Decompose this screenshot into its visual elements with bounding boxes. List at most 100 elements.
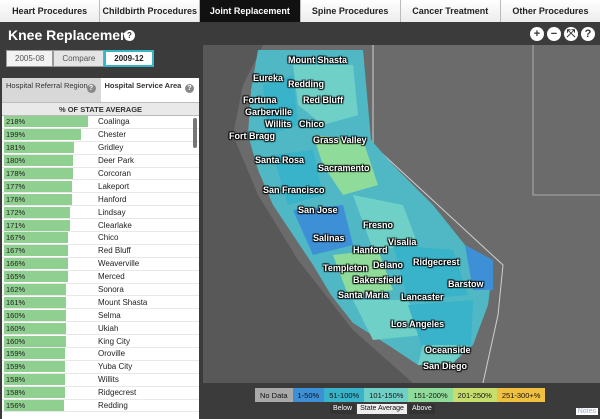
tab-spine-procedures[interactable]: Spine Procedures	[300, 0, 401, 22]
procedure-nav: Heart Procedures Childbirth Procedures J…	[0, 0, 600, 22]
list-item[interactable]: 171% Clearlake	[2, 219, 199, 233]
list-item[interactable]: 177% Lakeport	[2, 180, 199, 194]
legend-item[interactable]: 151-200%	[408, 388, 453, 402]
zoom-out-icon[interactable]: −	[547, 27, 561, 41]
legend-item[interactable]: 1-50%	[292, 388, 325, 402]
legend-item[interactable]: 251-300+%	[496, 388, 546, 402]
list-item[interactable]: 167% Chico	[2, 232, 199, 245]
scrollbar[interactable]	[193, 118, 197, 148]
list-item[interactable]: 176% Hanford	[2, 193, 199, 207]
list-item[interactable]: 178% Corcoran	[2, 168, 199, 181]
percent-value: 167%	[6, 233, 26, 243]
map-label: Red Bluff	[303, 95, 343, 105]
list-item[interactable]: 218% Coalinga	[2, 116, 199, 129]
percent-value: 160%	[6, 323, 26, 333]
list-item[interactable]: 159% Yuba City	[2, 361, 199, 374]
map-label: Templeton	[323, 263, 368, 273]
help-icon[interactable]: ?	[86, 84, 96, 93]
map-label: Redding	[288, 79, 324, 89]
period-selector: 2005-08 Compare 2009-12	[6, 50, 154, 67]
help-icon[interactable]: ?	[185, 84, 194, 93]
percent-value: 161%	[6, 297, 26, 307]
legend-item[interactable]: 51-100%	[324, 388, 365, 402]
percent-value: 171%	[6, 220, 26, 230]
map-help-icon[interactable]: ?	[581, 27, 595, 41]
percent-value: 178%	[6, 169, 26, 178]
legend-below: Below	[330, 403, 356, 414]
bar-cell: 218%	[2, 116, 90, 128]
list-item[interactable]: 156% Redding	[2, 400, 199, 413]
map-label: Oceanside	[425, 345, 471, 355]
tab-heart-procedures[interactable]: Heart Procedures	[0, 0, 101, 22]
area-name: Sonora	[98, 285, 124, 295]
percent-value: 181%	[6, 143, 26, 153]
reset-view-icon[interactable]: ⤧	[564, 27, 578, 41]
tab-childbirth-procedures[interactable]: Childbirth Procedures	[100, 0, 201, 22]
bar-cell: 167%	[2, 232, 90, 244]
map[interactable]: Mount Shasta Eureka Redding Fortuna Red Bluf…	[203, 45, 600, 383]
list-item[interactable]: 165% Merced	[2, 271, 199, 284]
period-2009-12-button[interactable]: 2009-12	[104, 50, 154, 67]
map-label: Santa Maria	[338, 290, 389, 300]
bar-cell: 159%	[2, 348, 90, 360]
percent-value: 199%	[6, 130, 26, 140]
list-item[interactable]: 199% Chester	[2, 129, 199, 142]
area-name: Lindsay	[98, 207, 126, 217]
map-label: Santa Rosa	[255, 155, 305, 165]
tab-label: Hospital Service Area	[104, 81, 182, 90]
column-header: % OF STATE AVERAGE	[2, 102, 199, 116]
bar-cell: 176%	[2, 193, 90, 205]
list-item[interactable]: 166% Weaverville	[2, 258, 199, 271]
tab-cancer-treatment[interactable]: Cancer Treatment	[400, 0, 501, 22]
map-label: Willits	[265, 119, 292, 129]
bar-cell: 159%	[2, 361, 90, 373]
map-label: San Jose	[298, 205, 338, 215]
legend-state-average: State Average	[357, 403, 407, 414]
area-name: Oroville	[98, 349, 126, 359]
compare-button[interactable]: Compare	[53, 50, 105, 67]
map-label: Bakersfield	[353, 275, 402, 285]
tab-hospital-service-area[interactable]: Hospital Service Area ?	[100, 78, 199, 102]
list-item[interactable]: 160% Selma	[2, 309, 199, 323]
list-item[interactable]: 160% King City	[2, 335, 199, 349]
legend-item[interactable]: 101-150%	[364, 388, 409, 402]
tab-other-procedures[interactable]: Other Procedures	[500, 0, 600, 22]
map-label: San Francisco	[263, 185, 325, 195]
help-icon[interactable]: ?	[124, 30, 135, 41]
bar-cell: 177%	[2, 180, 90, 192]
list-item[interactable]: 158% Ridgecrest	[2, 387, 199, 400]
list-item[interactable]: 159% Oroville	[2, 348, 199, 361]
legend-item[interactable]: No Data	[255, 388, 293, 402]
area-name: Weaverville	[98, 259, 140, 269]
list-item[interactable]: 181% Gridley	[2, 142, 199, 155]
ranking-panel: Hospital Referral Region ? Hospital Serv…	[2, 78, 199, 419]
map-label: Ridgecrest	[413, 257, 460, 267]
list-item[interactable]: 158% Willits	[2, 374, 199, 387]
percent-value: 160%	[6, 336, 26, 346]
percent-value: 158%	[6, 388, 26, 398]
list-item[interactable]: 162% Sonora	[2, 284, 199, 297]
map-label: Lancaster	[401, 292, 444, 302]
list-item[interactable]: 160% Ukiah	[2, 322, 199, 336]
list-item[interactable]: 172% Lindsay	[2, 206, 199, 220]
notes-link[interactable]: Notes	[575, 408, 598, 415]
bar-cell: 178%	[2, 168, 90, 179]
map-label: Barstow	[448, 279, 484, 289]
list-item[interactable]: 161% Mount Shasta	[2, 296, 199, 310]
list-item[interactable]: 167% Red Bluff	[2, 245, 199, 258]
map-label: Sacramento	[318, 163, 370, 173]
percent-value: 177%	[6, 181, 26, 191]
list-item[interactable]: 180% Deer Park	[2, 155, 199, 168]
legend-above: Above	[408, 403, 435, 414]
legend-item[interactable]: 201-250%	[452, 388, 497, 402]
map-label: Eureka	[253, 73, 284, 83]
tab-hospital-referral-region[interactable]: Hospital Referral Region ?	[2, 78, 101, 102]
period-2005-08-button[interactable]: 2005-08	[6, 50, 54, 67]
map-label: San Diego	[423, 361, 468, 371]
bar-cell: 160%	[2, 322, 90, 334]
tab-joint-replacement[interactable]: Joint Replacement	[200, 0, 301, 22]
area-name: Red Bluff	[98, 246, 131, 256]
percent-value: 176%	[6, 194, 26, 204]
bar-cell: 156%	[2, 400, 90, 412]
zoom-in-icon[interactable]: +	[530, 27, 544, 41]
